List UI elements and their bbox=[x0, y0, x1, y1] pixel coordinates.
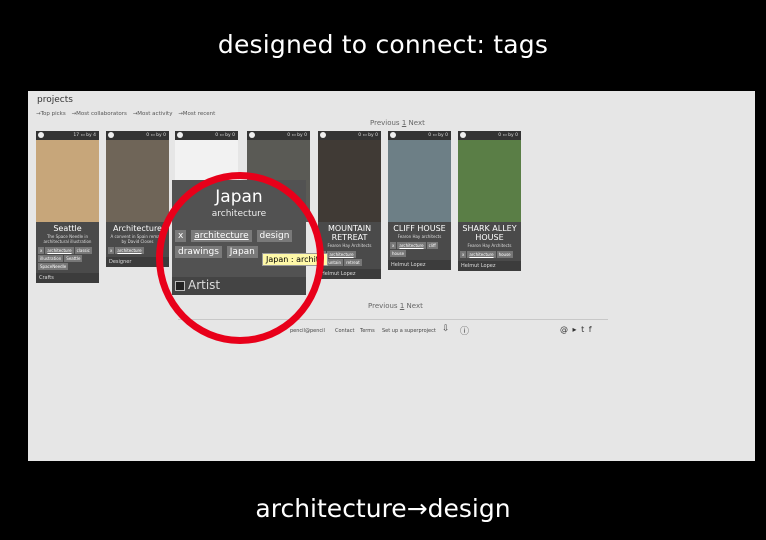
card-footer[interactable]: Crafts bbox=[36, 273, 99, 283]
download-icon[interactable]: ⇩ bbox=[442, 324, 450, 334]
footer-link-terms[interactable]: Terms bbox=[360, 328, 375, 334]
tag-item[interactable]: Seattle bbox=[64, 255, 83, 262]
tag-item[interactable]: retreat bbox=[344, 259, 362, 266]
card-tag-list: x architecture house bbox=[458, 249, 521, 261]
project-card[interactable]: 0 ▭ by 0 SHARK ALLEY HOUSE Fearon Hay Arch… bbox=[458, 131, 521, 271]
card-title: MOUNTAIN RETREAT bbox=[327, 224, 372, 242]
card-description: Fearon Hay Architects bbox=[327, 243, 372, 248]
tag-item[interactable]: cliff bbox=[426, 242, 438, 249]
pager-top: Previous 1 Next bbox=[370, 119, 425, 127]
filter-top-picks[interactable]: →Top picks bbox=[36, 111, 66, 117]
user-avatar-icon bbox=[320, 132, 326, 138]
card-description: Fearon Hay architects bbox=[397, 234, 442, 239]
card-tag-list: x architecture cliff house bbox=[388, 240, 451, 260]
card-stats: 0 ▭ by 0 bbox=[215, 133, 235, 138]
tag-item[interactable]: house bbox=[496, 251, 513, 258]
card-stats: 17 ▭ by 4 bbox=[73, 133, 96, 138]
footer-link-email[interactable]: pencil@pencil bbox=[290, 328, 325, 334]
tag-item[interactable]: architecture bbox=[397, 242, 426, 249]
tag-item[interactable]: classic bbox=[74, 247, 92, 254]
slide-caption: architecture→design bbox=[255, 494, 511, 523]
user-avatar-icon bbox=[38, 132, 44, 138]
user-avatar-icon bbox=[177, 132, 183, 138]
card-header: 0 ▭ by 0 bbox=[458, 131, 521, 140]
filter-most-activity[interactable]: →Most activity bbox=[133, 111, 173, 117]
filter-links: →Top picks →Most collaborators →Most act… bbox=[36, 111, 219, 117]
footer-link-contact[interactable]: Contact bbox=[335, 328, 354, 334]
card-header: 0 ▭ by 0 bbox=[388, 131, 451, 140]
filter-most-recent[interactable]: →Most recent bbox=[178, 111, 215, 117]
card-footer[interactable]: Helmut Lopez bbox=[318, 269, 381, 279]
pager-page[interactable]: 1 bbox=[400, 302, 404, 310]
highlight-circle bbox=[156, 172, 324, 344]
card-header: 0 ▭ by 0 bbox=[247, 131, 310, 140]
social-links[interactable]: @ ▸ t f bbox=[560, 325, 593, 334]
browser-screen: projects →Top picks →Most collaborators … bbox=[28, 91, 755, 461]
card-title: CLIFF HOUSE bbox=[393, 224, 446, 233]
card-title: SHARK ALLEY HOUSE bbox=[462, 224, 517, 242]
card-header: 17 ▭ by 4 bbox=[36, 131, 99, 140]
user-avatar-icon bbox=[460, 132, 466, 138]
pager-next[interactable]: Next bbox=[407, 302, 423, 310]
tag-item[interactable]: illustration bbox=[38, 255, 64, 262]
tag-remove-button[interactable]: x bbox=[38, 247, 45, 254]
tag-item[interactable]: SpaceNeedle bbox=[38, 263, 69, 270]
tag-item[interactable]: architecture bbox=[327, 251, 356, 258]
card-thumbnail[interactable] bbox=[458, 140, 521, 222]
slide-title: designed to connect: tags bbox=[217, 30, 549, 59]
tag-remove-button[interactable]: x bbox=[390, 242, 397, 249]
card-thumbnail[interactable] bbox=[36, 140, 99, 222]
card-title: Seattle bbox=[53, 224, 82, 233]
pager-bottom: Previous 1 Next bbox=[368, 302, 423, 310]
filter-most-collaborators[interactable]: →Most collaborators bbox=[71, 111, 126, 117]
user-avatar-icon bbox=[390, 132, 396, 138]
card-tag-list: x architecture classic illustration SeattleS… bbox=[36, 245, 99, 273]
footer-link-superproject[interactable]: Set up a superproject bbox=[382, 328, 436, 334]
card-thumbnail[interactable] bbox=[388, 140, 451, 222]
card-stats: 0 ▭ by 0 bbox=[428, 133, 448, 138]
page-title: projects bbox=[37, 95, 73, 105]
card-footer[interactable]: Helmut Lopez bbox=[458, 261, 521, 271]
tag-remove-button[interactable]: x bbox=[108, 247, 115, 254]
user-avatar-icon bbox=[108, 132, 114, 138]
card-stats: 0 ▭ by 0 bbox=[358, 133, 378, 138]
pager-prev[interactable]: Previous bbox=[370, 119, 400, 127]
project-card[interactable]: 17 ▭ by 4 Seattle The Space Needle in arch… bbox=[36, 131, 99, 283]
pager-prev[interactable]: Previous bbox=[368, 302, 398, 310]
pager-next[interactable]: Next bbox=[409, 119, 425, 127]
card-footer[interactable]: Helmut Lopez bbox=[388, 260, 451, 270]
info-icon[interactable]: ⓘ bbox=[460, 324, 469, 337]
card-thumbnail[interactable] bbox=[318, 140, 381, 222]
card-header: 0 ▭ by 0 bbox=[175, 131, 238, 140]
card-thumbnail[interactable] bbox=[106, 140, 169, 222]
card-header: 0 ▭ by 0 bbox=[106, 131, 169, 140]
tag-remove-button[interactable]: x bbox=[460, 251, 467, 258]
tag-item[interactable]: house bbox=[390, 250, 407, 257]
card-stats: 0 ▭ by 0 bbox=[498, 133, 518, 138]
card-stats: 0 ▭ by 0 bbox=[287, 133, 307, 138]
project-card[interactable]: 0 ▭ by 0 CLIFF HOUSE Fearon Hay architects… bbox=[388, 131, 451, 270]
card-description: The Space Needle in architectural illust… bbox=[43, 234, 92, 244]
pager-page[interactable]: 1 bbox=[402, 119, 406, 127]
tag-item[interactable]: architecture bbox=[45, 247, 74, 254]
card-stats: 0 ▭ by 0 bbox=[146, 133, 166, 138]
tag-item[interactable]: architecture bbox=[467, 251, 496, 258]
tag-item[interactable]: architecture bbox=[115, 247, 144, 254]
user-avatar-icon bbox=[249, 132, 255, 138]
card-description: Fearon Hay Architects bbox=[467, 243, 512, 248]
card-header: 0 ▭ by 0 bbox=[318, 131, 381, 140]
